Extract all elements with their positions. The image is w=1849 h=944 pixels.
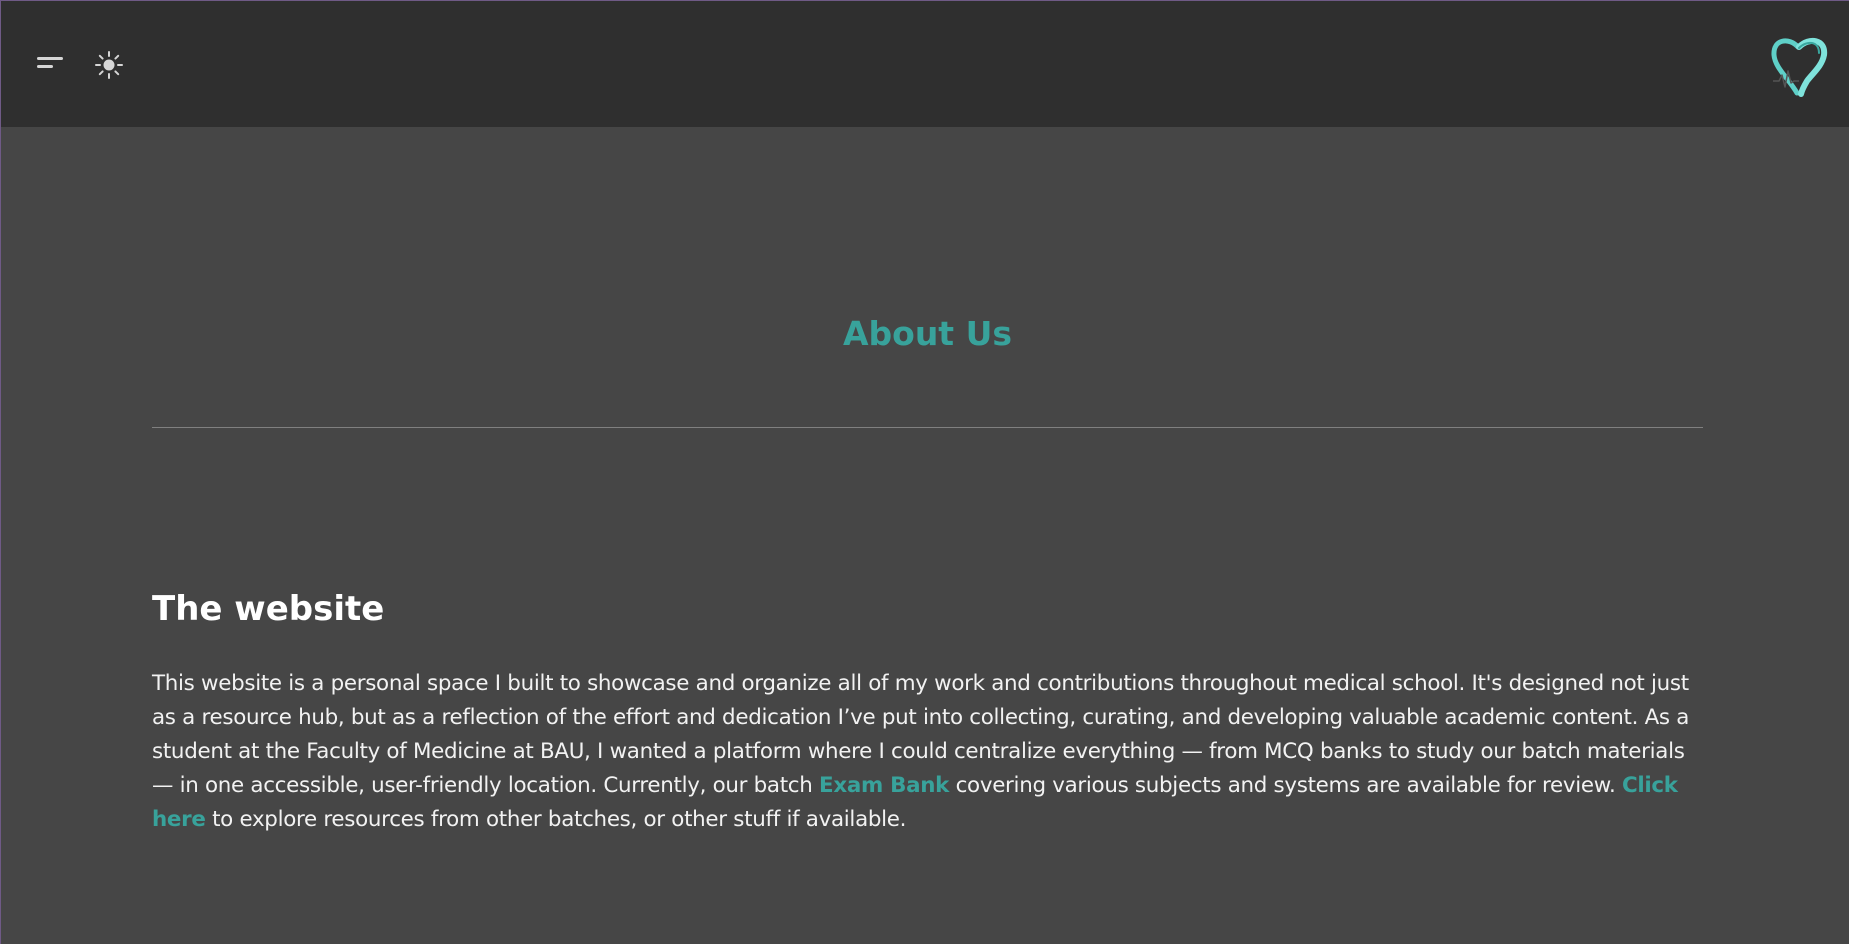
heart-logo-icon[interactable] (1769, 35, 1829, 97)
sun-icon[interactable] (93, 49, 125, 81)
menu-icon-bar-top (37, 57, 63, 60)
menu-icon-bar-bottom (37, 65, 53, 68)
section-heading: The website (152, 589, 385, 629)
section-body: This website is a personal space I built… (152, 667, 1712, 837)
page-title: About Us (842, 314, 1013, 353)
exam-bank-link[interactable]: Exam Bank (819, 773, 949, 798)
page: About Us The website This website is a p… (0, 0, 1849, 944)
body-text-part2: covering various subjects and systems ar… (949, 773, 1622, 798)
body-text-part3: to explore resources from other batches,… (205, 807, 907, 832)
title-divider (152, 427, 1703, 428)
top-navbar (1, 1, 1849, 127)
menu-icon[interactable] (35, 53, 65, 73)
